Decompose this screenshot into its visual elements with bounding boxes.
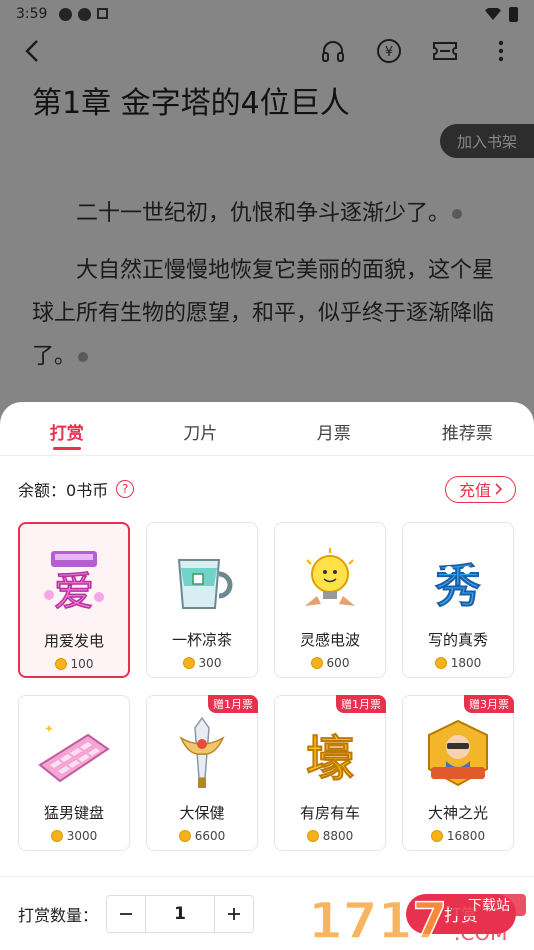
- tea-cup-icon: [162, 541, 242, 621]
- quantity-label: 打赏数量：: [18, 905, 99, 925]
- house-character-icon: 壕: [290, 714, 370, 794]
- recharge-button[interactable]: 充值: [445, 475, 516, 503]
- gift-price: 6600: [178, 829, 225, 843]
- gift-price: 600: [310, 656, 349, 670]
- balance-row: 余额： 0书币 ? 充值: [0, 456, 534, 522]
- master-badge-icon: [418, 714, 498, 794]
- balance-value: 0书币: [66, 481, 109, 500]
- gift-price: 1800: [434, 656, 481, 670]
- tab-reward[interactable]: 打赏: [0, 402, 134, 455]
- chevron-right-icon: [495, 483, 502, 495]
- gift-card[interactable]: 赠3月票 大神之光 16800: [402, 695, 514, 851]
- gift-badge: 赠1月票: [208, 695, 258, 713]
- svg-text:壕: 壕: [306, 731, 354, 787]
- svg-text:爱: 爱: [54, 569, 94, 615]
- gift-price: 300: [182, 656, 221, 670]
- gift-card[interactable]: 灵感电波 600: [274, 522, 386, 678]
- balance-label: 余额：: [18, 481, 67, 500]
- tab-recommend-ticket[interactable]: 推荐票: [401, 402, 534, 455]
- gift-price: 8800: [306, 829, 353, 843]
- svg-text:秀: 秀: [435, 559, 481, 613]
- lightbulb-icon: [290, 541, 370, 621]
- coin-icon: [182, 657, 195, 669]
- xiu-character-icon: 秀: [418, 541, 498, 621]
- coin-icon: [430, 830, 443, 842]
- gift-name: 写的真秀: [427, 631, 488, 649]
- coin-icon: [306, 830, 319, 842]
- gift-name: 有房有车: [299, 804, 360, 822]
- reward-sheet: 打赏 刀片 月票 推荐票 余额： 0书币 ? 充值 爱 用爱发电 100 一杯凉…: [0, 402, 534, 950]
- site-watermark-logo: 1717 下载站 .COM: [307, 891, 526, 948]
- plus-icon: [228, 907, 241, 920]
- gift-grid: 爱 用爱发电 100 一杯凉茶 300 灵感电波 600 秀 写的真秀 1800…: [0, 522, 534, 851]
- gift-name: 一杯凉茶: [171, 631, 232, 649]
- gift-name: 大神之光: [427, 804, 488, 822]
- gift-badge: 赠1月票: [336, 695, 386, 713]
- coin-icon: [54, 658, 67, 670]
- coin-icon: [310, 657, 323, 669]
- recharge-label: 充值: [458, 481, 491, 500]
- gift-card[interactable]: 秀 写的真秀 1800: [402, 522, 514, 678]
- gift-name: 猛男键盘: [43, 804, 104, 822]
- svg-text:1717: 1717: [308, 892, 447, 948]
- tab-monthly-ticket[interactable]: 月票: [267, 402, 401, 455]
- gift-price: 3000: [50, 829, 97, 843]
- love-power-icon: 爱: [34, 542, 114, 622]
- gift-card[interactable]: 一杯凉茶 300: [146, 522, 258, 678]
- minus-icon: [120, 912, 133, 915]
- coin-icon: [178, 830, 191, 842]
- coin-icon: [434, 657, 447, 669]
- coin-icon: [50, 830, 63, 842]
- gift-card[interactable]: 赠1月票 大保健 6600: [146, 695, 258, 851]
- reward-tabs: 打赏 刀片 月票 推荐票: [0, 402, 534, 456]
- gift-price: 16800: [430, 829, 485, 843]
- plus-button[interactable]: [215, 896, 253, 932]
- gift-name: 灵感电波: [299, 631, 360, 649]
- gift-card[interactable]: 爱 用爱发电 100: [18, 522, 130, 678]
- svg-text:✦: ✦: [44, 722, 54, 736]
- gift-price: 100: [54, 657, 93, 671]
- gift-card[interactable]: ✦ 猛男键盘 3000: [18, 695, 130, 851]
- gift-badge: 赠3月票: [464, 695, 514, 713]
- quantity-stepper: 1: [106, 894, 255, 933]
- svg-text:.COM: .COM: [454, 921, 507, 945]
- help-icon[interactable]: ?: [116, 480, 135, 498]
- minus-button[interactable]: [107, 896, 145, 932]
- quantity-value[interactable]: 1: [145, 895, 216, 932]
- gift-name: 用爱发电: [43, 632, 104, 650]
- sword-icon: [162, 714, 242, 794]
- svg-text:下载站: 下载站: [468, 898, 510, 914]
- keyboard-icon: ✦: [34, 714, 114, 794]
- gift-name: 大保健: [179, 804, 225, 822]
- gift-card[interactable]: 赠1月票 壕 有房有车 8800: [274, 695, 386, 851]
- tab-blade[interactable]: 刀片: [134, 402, 268, 455]
